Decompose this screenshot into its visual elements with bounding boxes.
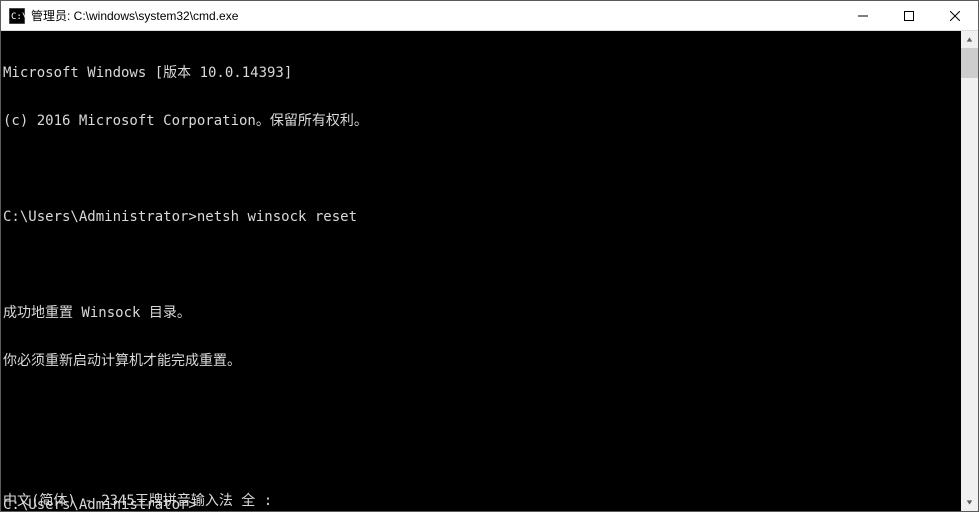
entered-command: netsh winsock reset [197,209,357,225]
prompt-line: C:\Users\Administrator>netsh winsock res… [3,209,961,225]
blank-line [3,161,961,177]
blank-line [3,401,961,417]
window-controls [840,1,978,30]
minimize-button[interactable] [840,1,886,30]
result-line: 你必须重新启动计算机才能完成重置。 [3,353,961,369]
titlebar[interactable]: C:\ 管理员: C:\windows\system32\cmd.exe [1,1,978,31]
copyright-line: (c) 2016 Microsoft Corporation。保留所有权利。 [3,113,961,129]
scroll-track[interactable] [961,48,978,494]
scroll-thumb[interactable] [961,48,978,78]
scroll-down-button[interactable] [961,494,978,511]
result-line: 成功地重置 Winsock 目录。 [3,305,961,321]
blank-line [3,257,961,273]
vertical-scrollbar[interactable] [961,31,978,511]
console-output[interactable]: Microsoft Windows [版本 10.0.14393] (c) 20… [1,31,961,511]
svg-text:C:\: C:\ [11,12,25,22]
blank-line [3,449,961,465]
scroll-up-button[interactable] [961,31,978,48]
window-title: 管理员: C:\windows\system32\cmd.exe [31,7,840,24]
prompt-path: C:\Users\Administrator> [3,209,197,225]
cmd-icon: C:\ [9,8,25,24]
close-button[interactable] [932,1,978,30]
maximize-button[interactable] [886,1,932,30]
ime-status-line: 中文(简体) - 2345王牌拼音输入法 全 : [3,493,272,509]
version-line: Microsoft Windows [版本 10.0.14393] [3,65,961,81]
console-area: Microsoft Windows [版本 10.0.14393] (c) 20… [1,31,978,511]
